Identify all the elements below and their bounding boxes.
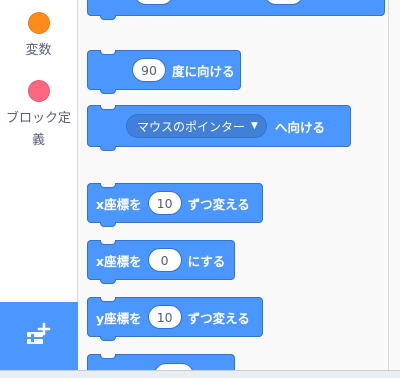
caret-down-icon: ▼ [251, 121, 258, 131]
block-text: ずつ変える [187, 196, 250, 212]
block-text: にする [187, 253, 226, 269]
block-text: ずつ変える [187, 310, 250, 326]
my-blocks-dot-icon [27, 80, 50, 102]
number-input[interactable] [134, 0, 174, 5]
category-my-blocks[interactable]: ブロック定義 [0, 80, 77, 152]
x-value-input[interactable]: 0 [147, 248, 182, 272]
partial-block-top[interactable] [87, 0, 385, 20]
add-extension-button[interactable] [0, 302, 78, 370]
change-x-by-block[interactable]: x座標を 10 ずつ変える [87, 183, 263, 227]
category-label: 変数 [25, 43, 52, 58]
palette-scrollbar[interactable] [388, 0, 400, 370]
bottom-divider [0, 370, 400, 378]
change-y-by-block[interactable]: y座標を 10 ずつ変える [87, 297, 263, 341]
block-palette: 90 度に向ける マウスのポインター ▼ へ向ける x座標を 10 ずつ変える … [78, 0, 388, 370]
x-change-input[interactable]: 10 [147, 191, 182, 215]
point-towards-block[interactable]: マウスのポインター ▼ へ向ける [87, 105, 351, 151]
variables-dot-icon [27, 12, 50, 34]
direction-input[interactable]: 90 [132, 58, 166, 82]
set-x-to-block[interactable]: x座標を 0 にする [87, 240, 235, 284]
target-dropdown[interactable]: マウスのポインター ▼ [126, 114, 267, 138]
number-input[interactable] [154, 363, 194, 370]
block-text: x座標を [96, 196, 142, 212]
partial-block-bottom[interactable] [87, 354, 235, 370]
block-text: y座標を [96, 310, 142, 326]
dropdown-value: マウスのポインター [137, 119, 246, 134]
number-input[interactable] [264, 0, 304, 5]
category-variables[interactable]: 変数 [0, 12, 77, 62]
block-text: 度に向ける [172, 63, 235, 79]
point-in-direction-block[interactable]: 90 度に向ける [87, 50, 241, 94]
block-text: x座標を [96, 253, 142, 269]
block-text: へ向ける [274, 119, 325, 135]
add-extension-icon [27, 322, 51, 344]
category-label: ブロック定義 [5, 111, 71, 148]
y-change-input[interactable]: 10 [147, 305, 182, 329]
category-sidebar: 変数 ブロック定義 [0, 0, 78, 302]
